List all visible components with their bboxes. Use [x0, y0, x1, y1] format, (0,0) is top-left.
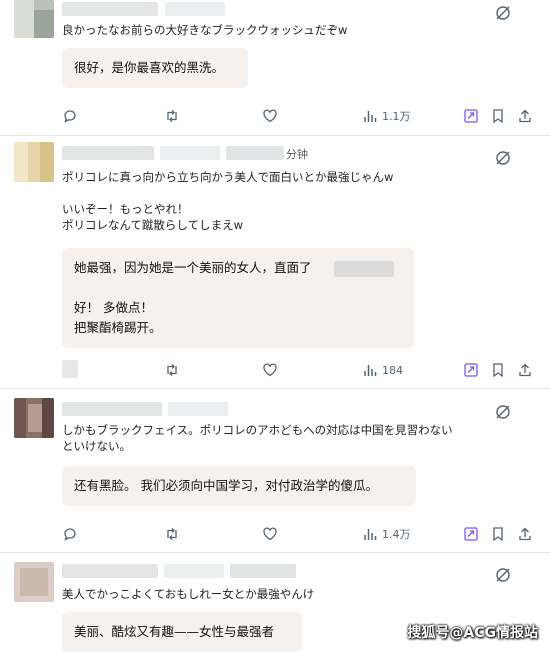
retweet-button[interactable] [164, 360, 180, 380]
action-bar: 1.1万 [0, 106, 550, 126]
original-text: しかもブラックフェイス。ポリコレのアホどもへの対応は中国を見習わない といけない… [62, 423, 453, 453]
grok-icon [464, 363, 478, 377]
grok-button[interactable] [463, 524, 479, 544]
reply-post-3: しかもブラックフェイス。ポリコレのアホどもへの対応は中国を見習わない といけない… [0, 396, 550, 548]
translate-icon[interactable] [494, 4, 512, 22]
share-button[interactable] [517, 360, 533, 380]
avatar[interactable] [14, 562, 54, 602]
share-icon [519, 527, 531, 541]
retweet-button[interactable] [164, 106, 180, 126]
avatar[interactable] [14, 398, 54, 438]
reply-button[interactable] [62, 106, 78, 126]
avatar[interactable] [14, 0, 54, 38]
divider [0, 135, 550, 136]
like-button[interactable] [262, 106, 278, 126]
redacted-username [62, 146, 154, 160]
grok-button[interactable] [463, 106, 479, 126]
action-bar: 184 [0, 360, 550, 380]
views-count: 184 [382, 363, 403, 377]
watermark: 搜狐号@ACG情报站 [407, 625, 538, 641]
views-count: 1.1万 [382, 110, 411, 123]
divider [0, 388, 550, 389]
bookmark-icon [493, 527, 503, 542]
redacted-username [62, 402, 162, 416]
redacted-text [334, 261, 394, 277]
redacted-username [164, 564, 224, 578]
redacted-username [226, 146, 284, 160]
reply-icon [64, 528, 76, 541]
redacted-username [62, 2, 158, 16]
share-button[interactable] [517, 106, 533, 126]
heart-icon [263, 363, 277, 377]
like-button[interactable] [262, 524, 278, 544]
heart-icon [263, 527, 277, 541]
redacted-element [62, 360, 78, 378]
original-text: 良かったなお前らの大好きなブラックウォッシュだぞw [62, 23, 348, 37]
original-text: 美人でかっこよくておもしれー女とか最強やんけ [62, 587, 315, 601]
bookmark-button[interactable] [490, 360, 506, 380]
views-count: 1.4万 [382, 528, 411, 541]
reply-icon [64, 110, 76, 123]
views-icon [364, 365, 377, 376]
grok-icon [464, 527, 478, 541]
bookmark-icon [493, 109, 503, 124]
original-text: ポリコレに真っ向から立ち向かう美人で面白いとか最強じゃんw いいぞー！もっとやれ… [62, 170, 394, 232]
translated-text: 还有黑脸。 我们必须向中国学习，对付政治学的傻瓜。 [62, 466, 416, 506]
timestamp: 分钟 [286, 148, 308, 161]
bookmark-button[interactable] [490, 524, 506, 544]
heart-icon [263, 109, 277, 123]
bookmark-button[interactable] [490, 106, 506, 126]
views-button[interactable]: 1.1万 [362, 106, 411, 126]
redacted-username [230, 564, 296, 578]
redacted-username [160, 146, 220, 160]
translated-text: 很好，是你最喜欢的黑洗。 [62, 48, 248, 88]
divider [0, 552, 550, 553]
translate-icon[interactable] [494, 566, 512, 584]
bookmark-icon [493, 363, 503, 378]
share-icon [519, 363, 531, 377]
retweet-icon [167, 364, 177, 376]
translated-text: 美丽、酷炫又有趣——女性与最强者 [62, 612, 302, 652]
retweet-icon [167, 110, 177, 122]
redacted-username [165, 2, 225, 16]
grok-icon [464, 109, 478, 123]
views-icon [364, 529, 377, 540]
views-button[interactable]: 1.4万 [362, 524, 411, 544]
reply-button[interactable] [62, 524, 78, 544]
share-icon [519, 109, 531, 123]
translate-icon[interactable] [494, 149, 512, 167]
retweet-icon [167, 528, 177, 540]
translate-icon[interactable] [494, 403, 512, 421]
redacted-username [62, 564, 158, 578]
redacted-username [168, 402, 228, 416]
reply-post-1: 良かったなお前らの大好きなブラックウォッシュだぞw 很好，是你最喜欢的黑洗。 1… [0, 0, 550, 133]
views-icon [364, 111, 377, 122]
views-button[interactable]: 184 [362, 360, 403, 380]
grok-button[interactable] [463, 360, 479, 380]
avatar[interactable] [14, 142, 54, 182]
share-button[interactable] [517, 524, 533, 544]
retweet-button[interactable] [164, 524, 180, 544]
like-button[interactable] [262, 360, 278, 380]
action-bar: 1.4万 [0, 524, 550, 544]
reply-post-2: 分钟 ポリコレに真っ向から立ち向かう美人で面白いとか最強じゃんw いいぞー！もっ… [0, 142, 550, 384]
